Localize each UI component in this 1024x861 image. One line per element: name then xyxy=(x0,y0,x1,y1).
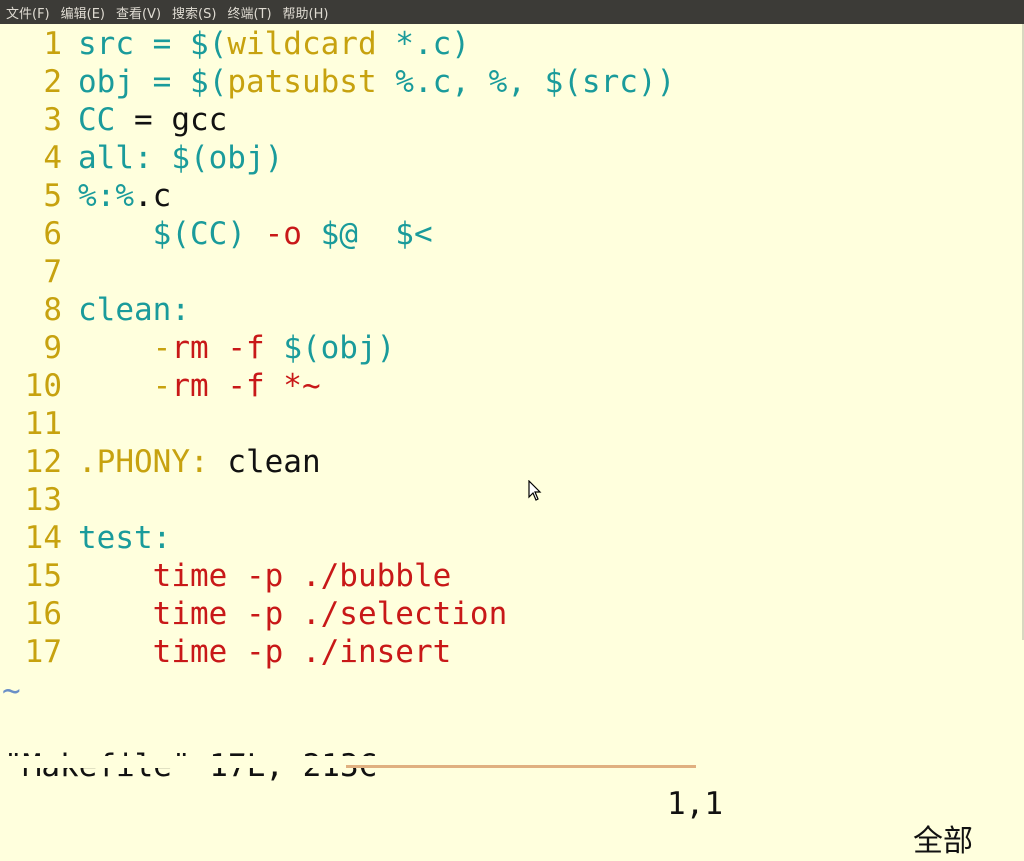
code-token: test: xyxy=(78,520,172,556)
menu-edit[interactable]: 编辑(E) xyxy=(55,3,110,22)
code-line[interactable]: 14 test: xyxy=(0,519,1022,557)
code-line[interactable]: 13 xyxy=(0,481,1022,519)
code-token: %.c, %, $(src)) xyxy=(395,64,676,100)
code-text: time -p ./insert xyxy=(62,633,452,671)
code-text: .PHONY: clean xyxy=(62,443,321,481)
menu-file[interactable]: 文件(F) xyxy=(0,3,55,22)
code-text: -rm -f *~ xyxy=(62,367,321,405)
empty-line-tilde: ~ xyxy=(2,673,21,709)
line-number: 5 xyxy=(43,178,62,214)
code-line[interactable]: 9 -rm -f $(obj) xyxy=(0,329,1022,367)
code-token: all: $(obj) xyxy=(78,140,284,176)
code-line[interactable]: 15 time -p ./bubble xyxy=(0,557,1022,595)
line-number: 11 xyxy=(24,406,62,442)
code-token: wildcard xyxy=(227,26,396,62)
line-number: 9 xyxy=(43,330,62,366)
code-text: -rm -f $(obj) xyxy=(62,329,396,367)
code-text: clean: xyxy=(62,291,190,329)
code-line[interactable]: 11 xyxy=(0,405,1022,443)
menu-bar: 文件(F) 编辑(E) 查看(V) 搜索(S) 终端(T) 帮助(H) xyxy=(0,0,1024,24)
line-number: 14 xyxy=(24,520,62,556)
code-token: $( xyxy=(189,64,228,100)
code-token: rm -f xyxy=(171,330,284,366)
mouse-pointer-icon xyxy=(528,480,542,501)
code-text: all: $(obj) xyxy=(62,139,283,177)
code-token: $@ $< xyxy=(320,216,433,252)
line-number: 8 xyxy=(43,292,62,328)
code-line[interactable]: 7 xyxy=(0,253,1022,291)
code-token: *.c) xyxy=(395,26,470,62)
line-number: 7 xyxy=(43,254,62,290)
line-number: 15 xyxy=(24,558,62,594)
code-token: = gcc xyxy=(115,102,228,138)
code-token: CC xyxy=(78,102,116,138)
code-line[interactable]: 4 all: $(obj) xyxy=(0,139,1022,177)
code-token: rm -f *~ xyxy=(171,368,321,404)
code-text: test: xyxy=(62,519,171,557)
line-number: 16 xyxy=(24,596,62,632)
code-token: %:% xyxy=(78,178,134,214)
vim-editor-buffer[interactable]: 1 src = $(wildcard *.c) 2 obj = $(patsubst … xyxy=(0,25,1022,671)
code-line[interactable]: 10 -rm -f *~ xyxy=(0,367,1022,405)
line-number: 2 xyxy=(43,64,62,100)
code-line[interactable]: 3 CC = gcc xyxy=(0,101,1022,139)
line-number: 6 xyxy=(43,216,62,252)
code-token: - xyxy=(78,368,172,404)
code-token: .PHONY: xyxy=(78,444,209,480)
code-token: time -p ./insert xyxy=(78,634,452,670)
code-line[interactable]: 16 time -p ./selection xyxy=(0,595,1022,633)
status-cursor-position: 1,1 xyxy=(667,786,723,822)
status-scroll-indicator: 全部 xyxy=(913,824,973,859)
code-token: obj = xyxy=(78,64,190,100)
code-line[interactable]: 6 $(CC) -o $@ $< xyxy=(0,215,1022,253)
code-token: patsubst xyxy=(227,64,396,100)
menu-view[interactable]: 查看(V) xyxy=(110,3,166,22)
menu-terminal[interactable]: 终端(T) xyxy=(221,3,276,22)
code-text: time -p ./selection xyxy=(62,595,508,633)
code-text: obj = $(patsubst %.c, %, $(src)) xyxy=(62,63,675,101)
code-text: src = $(wildcard *.c) xyxy=(62,25,470,63)
code-text: CC = gcc xyxy=(62,101,227,139)
code-line[interactable]: 2 obj = $(patsubst %.c, %, $(src)) xyxy=(0,63,1022,101)
menu-search[interactable]: 搜索(S) xyxy=(166,3,221,22)
status-line: "Makefile" 17L, 213C 1,1 全部 xyxy=(0,709,1024,859)
code-text: $(CC) -o $@ $< xyxy=(62,215,433,253)
code-line[interactable]: 8 clean: xyxy=(0,291,1022,329)
code-text: time -p ./bubble xyxy=(62,557,452,595)
code-token: -o xyxy=(264,216,321,252)
code-line[interactable]: 12 .PHONY: clean xyxy=(0,443,1022,481)
code-line[interactable]: 5 %:%.c xyxy=(0,177,1022,215)
code-token: src = xyxy=(78,26,190,62)
code-token: clean xyxy=(208,444,321,480)
code-line[interactable]: 17 time -p ./insert xyxy=(0,633,1022,671)
line-number: 3 xyxy=(43,102,62,138)
code-token: - xyxy=(78,330,172,366)
code-line[interactable]: 1 src = $(wildcard *.c) xyxy=(0,25,1022,63)
code-token: clean: xyxy=(78,292,190,328)
line-number: 12 xyxy=(24,444,62,480)
code-token: $(CC) xyxy=(78,216,265,252)
code-token: $(obj) xyxy=(283,330,396,366)
menu-help[interactable]: 帮助(H) xyxy=(277,3,334,22)
line-number: 4 xyxy=(43,140,62,176)
line-number: 13 xyxy=(24,482,62,518)
code-token: .c xyxy=(134,178,172,214)
code-token: time -p ./bubble xyxy=(78,558,452,594)
code-token: $( xyxy=(189,26,228,62)
line-number: 17 xyxy=(24,634,62,670)
line-number: 10 xyxy=(24,368,62,404)
code-text: %:%.c xyxy=(62,177,171,215)
code-token: time -p ./selection xyxy=(78,596,508,632)
line-number: 1 xyxy=(43,26,62,62)
